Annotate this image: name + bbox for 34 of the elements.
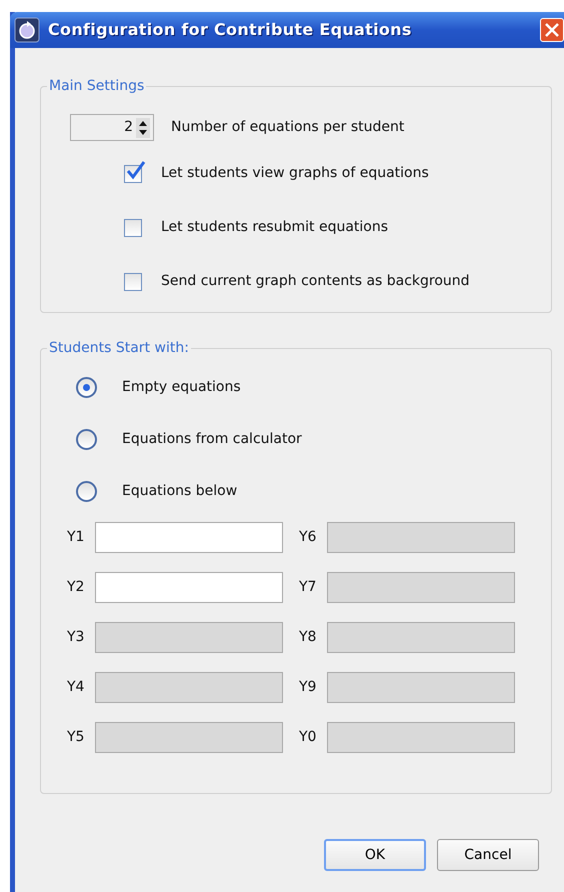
field-label: Y8 — [299, 628, 318, 647]
close-button[interactable] — [540, 18, 564, 42]
number-spinner[interactable]: 2 — [70, 114, 154, 141]
field-label: Y7 — [299, 578, 318, 597]
checkbox[interactable] — [124, 218, 142, 236]
spinner-label: Number of equations per student — [171, 118, 404, 137]
window-title: Configuration for Contribute Equations — [48, 19, 413, 41]
close-icon — [544, 22, 560, 38]
field-label: Y2 — [67, 578, 86, 597]
field-label: Y4 — [67, 678, 86, 697]
field-label: Y5 — [67, 728, 86, 747]
app-icon — [14, 17, 40, 43]
radio-label: Equations from calculator — [122, 430, 302, 449]
dialog-button[interactable]: Cancel — [437, 839, 539, 871]
checkbox-label: Let students view graphs of equations — [161, 164, 429, 183]
radio-label: Equations below — [122, 482, 238, 501]
equation-field[interactable] — [95, 572, 283, 603]
up-down-arrows-icon[interactable] — [136, 118, 150, 138]
field-label: Y1 — [67, 528, 86, 547]
field-label: Y6 — [299, 528, 318, 547]
radio-button[interactable] — [76, 429, 97, 450]
checkbox-label: Send current graph contents as background — [161, 272, 470, 291]
spinner-value: 2 — [124, 118, 133, 137]
group-title: Main Settings — [47, 77, 146, 95]
radio-label: Empty equations — [122, 378, 241, 397]
field-label: Y9 — [299, 678, 318, 697]
dialog-button[interactable]: OK — [324, 839, 426, 871]
radio-button[interactable] — [76, 377, 97, 398]
field-label: Y0 — [299, 728, 318, 747]
checkbox-label: Let students resubmit equations — [161, 218, 388, 237]
radio-button[interactable] — [76, 481, 97, 502]
field-label: Y3 — [67, 628, 86, 647]
equation-field[interactable] — [95, 522, 283, 553]
checkbox[interactable] — [124, 272, 142, 290]
